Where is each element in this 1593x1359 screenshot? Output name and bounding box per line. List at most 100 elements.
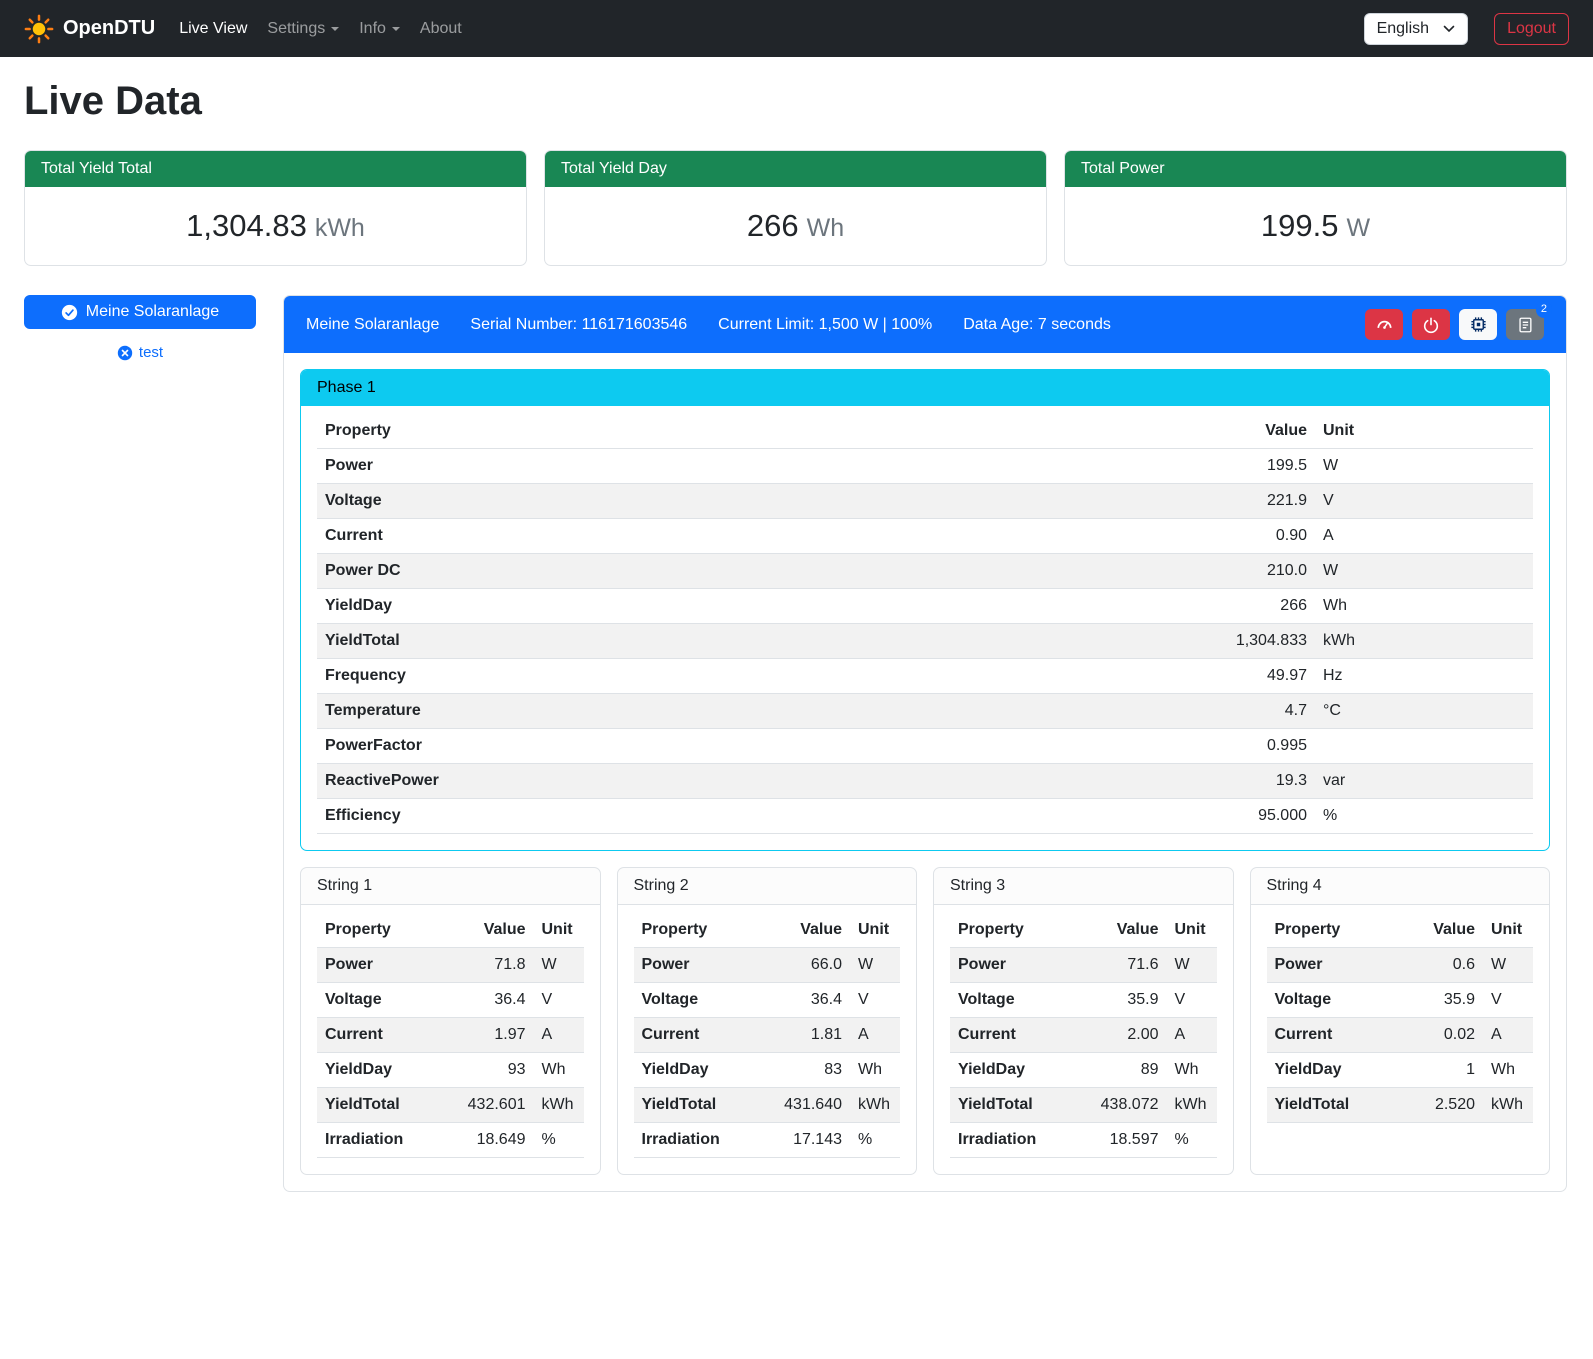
table-row: Current 0.90 A <box>317 519 1533 554</box>
unit-cell: Hz <box>1315 659 1533 694</box>
value-cell: 221.9 <box>1195 484 1315 519</box>
table-row: Frequency 49.97 Hz <box>317 659 1533 694</box>
table-row: Current 1.81 A <box>634 1018 901 1053</box>
page-title: Live Data <box>24 79 1567 124</box>
string-card-body: Property Value Unit Power <box>301 905 600 1174</box>
nav-about[interactable]: About <box>410 12 472 46</box>
limit-settings-button[interactable] <box>1365 309 1403 340</box>
property-cell: Power <box>950 948 1093 983</box>
column-header-value: Value <box>1409 913 1483 948</box>
inverter-name: Meine Solaranlage <box>306 316 439 334</box>
unit-cell: % <box>1315 799 1533 834</box>
property-cell: YieldDay <box>1267 1053 1410 1088</box>
table-header-row: Property Value Unit <box>1267 913 1534 948</box>
navbar: OpenDTU Live View Settings Info About En… <box>0 0 1593 57</box>
table-row: YieldDay 93 Wh <box>317 1053 584 1088</box>
unit-cell: V <box>534 983 584 1018</box>
language-select-value: English <box>1377 20 1429 38</box>
string-table: Property Value Unit Power <box>1267 913 1534 1123</box>
sun-icon <box>24 14 54 44</box>
table-header-row: Property Value Unit <box>317 414 1533 449</box>
logout-button[interactable]: Logout <box>1494 13 1569 45</box>
column-header-unit: Unit <box>1167 913 1217 948</box>
nav-live-view[interactable]: Live View <box>169 12 257 46</box>
nav-info-label: Info <box>359 20 386 38</box>
summary-card: Total Yield Day 266Wh <box>544 150 1047 266</box>
column-header-property: Property <box>1267 913 1410 948</box>
property-cell: Power DC <box>317 554 1195 589</box>
language-select[interactable]: English <box>1364 13 1468 45</box>
unit-cell: A <box>1167 1018 1217 1053</box>
value-cell: 210.0 <box>1195 554 1315 589</box>
inverter-select-label: Meine Solaranlage <box>86 303 219 321</box>
power-control-button[interactable] <box>1412 309 1450 340</box>
property-cell: Temperature <box>317 694 1195 729</box>
value-cell: 1.81 <box>776 1018 850 1053</box>
table-row: Power 199.5 W <box>317 449 1533 484</box>
table-row: Current 2.00 A <box>950 1018 1217 1053</box>
unit-cell: W <box>1315 449 1533 484</box>
string-table: Property Value Unit Power <box>950 913 1217 1158</box>
test-inverter-label: test <box>139 344 163 361</box>
value-cell: 93 <box>460 1053 534 1088</box>
property-cell: Voltage <box>1267 983 1410 1018</box>
property-cell: YieldTotal <box>950 1088 1093 1123</box>
property-cell: Current <box>950 1018 1093 1053</box>
unit-cell: V <box>1167 983 1217 1018</box>
power-icon <box>1422 316 1440 334</box>
summary-card-body: 199.5W <box>1065 187 1566 265</box>
summary-cards-row: Total Yield Total 1,304.83kWh Total Yiel… <box>24 150 1567 266</box>
property-cell: ReactivePower <box>317 764 1195 799</box>
unit-cell: Wh <box>534 1053 584 1088</box>
value-cell: 1.97 <box>460 1018 534 1053</box>
column-header-property: Property <box>950 913 1093 948</box>
table-row: YieldDay 89 Wh <box>950 1053 1217 1088</box>
events-count-badge: 2 <box>1536 301 1552 318</box>
property-cell: YieldTotal <box>634 1088 777 1123</box>
property-cell: YieldTotal <box>317 624 1195 659</box>
string-card-title: String 3 <box>934 868 1233 905</box>
value-cell: 66.0 <box>776 948 850 983</box>
unit-cell: W <box>534 948 584 983</box>
phase-card-title: Phase 1 <box>301 370 1549 406</box>
unit-cell: W <box>1483 948 1533 983</box>
test-inverter-link[interactable]: test <box>24 344 256 361</box>
table-row: Irradiation 18.649 % <box>317 1123 584 1158</box>
table-row: Power 71.8 W <box>317 948 584 983</box>
table-row: Power 66.0 W <box>634 948 901 983</box>
unit-cell: W <box>1167 948 1217 983</box>
table-row: Efficiency 95.000 % <box>317 799 1533 834</box>
property-cell: Irradiation <box>634 1123 777 1158</box>
value-cell: 0.90 <box>1195 519 1315 554</box>
page-content: Live Data Total Yield Total 1,304.83kWh … <box>0 57 1593 1220</box>
string-table: Property Value Unit Power <box>634 913 901 1158</box>
unit-cell: V <box>1315 484 1533 519</box>
value-cell: 71.6 <box>1093 948 1167 983</box>
unit-cell: kWh <box>850 1088 900 1123</box>
inverter-select-button[interactable]: Meine Solaranlage <box>24 295 256 329</box>
property-cell: YieldTotal <box>317 1088 460 1123</box>
property-cell: Irradiation <box>317 1123 460 1158</box>
value-cell: 2.520 <box>1409 1088 1483 1123</box>
summary-card-value: 199.5 <box>1261 208 1339 243</box>
device-info-button[interactable] <box>1459 309 1497 340</box>
property-cell: Power <box>317 449 1195 484</box>
column-header-value: Value <box>460 913 534 948</box>
value-cell: 19.3 <box>1195 764 1315 799</box>
property-cell: YieldDay <box>634 1053 777 1088</box>
string-card-4: String 4 Property Value Unit <box>1250 867 1551 1175</box>
table-row: Irradiation 17.143 % <box>634 1123 901 1158</box>
table-row: YieldDay 266 Wh <box>317 589 1533 624</box>
nav-settings[interactable]: Settings <box>257 12 349 46</box>
value-cell: 35.9 <box>1409 983 1483 1018</box>
strings-row: String 1 Property Value Unit <box>300 867 1550 1175</box>
events-button[interactable]: 2 <box>1506 309 1544 340</box>
column-header-property: Property <box>317 913 460 948</box>
value-cell: 36.4 <box>460 983 534 1018</box>
summary-card-value: 266 <box>747 208 799 243</box>
property-cell: Irradiation <box>950 1123 1093 1158</box>
property-cell: Voltage <box>317 983 460 1018</box>
value-cell: 2.00 <box>1093 1018 1167 1053</box>
nav-info[interactable]: Info <box>349 12 410 46</box>
brand[interactable]: OpenDTU <box>24 14 155 44</box>
